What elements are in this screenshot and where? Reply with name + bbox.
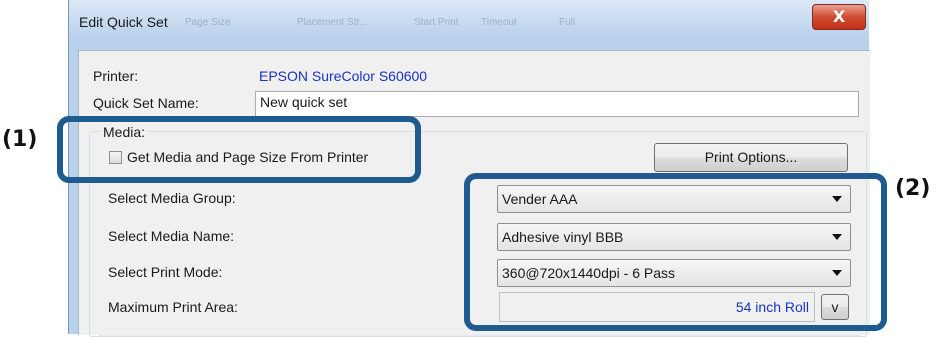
print-options-label: Print Options... xyxy=(704,149,798,165)
printer-value: EPSON SureColor S60600 xyxy=(259,68,428,84)
callout-label-1: (1) xyxy=(2,127,38,152)
close-icon: X xyxy=(832,7,846,26)
callout-box-1 xyxy=(57,116,421,183)
quickset-name-input[interactable]: New quick set xyxy=(255,91,859,117)
media-name-label: Select Media Name: xyxy=(108,228,235,244)
ghost-tab-full: Full xyxy=(559,17,576,28)
quickset-name-label: Quick Set Name: xyxy=(93,95,199,111)
ghost-tab-page-size: Page Size xyxy=(185,17,231,28)
print-options-button[interactable]: Print Options... xyxy=(654,143,848,172)
window-title: Edit Quick Set xyxy=(79,14,168,30)
ghost-tab-timeout: Timeout xyxy=(481,17,517,28)
ghost-tab-placement: Placement Str... xyxy=(297,17,368,28)
quickset-name-value: New quick set xyxy=(260,94,348,110)
callout-box-2 xyxy=(464,173,887,331)
print-mode-label: Select Print Mode: xyxy=(108,264,223,280)
media-group-label: Select Media Group: xyxy=(108,190,236,206)
title-bar[interactable]: Edit Quick Set Page Size Placement Str..… xyxy=(69,0,869,44)
max-print-area-label: Maximum Print Area: xyxy=(108,299,238,315)
callout-label-2: (2) xyxy=(895,176,931,201)
ghost-tab-start-print: Start Print xyxy=(414,17,459,28)
close-button[interactable]: X xyxy=(812,4,866,30)
printer-label: Printer: xyxy=(93,68,139,84)
